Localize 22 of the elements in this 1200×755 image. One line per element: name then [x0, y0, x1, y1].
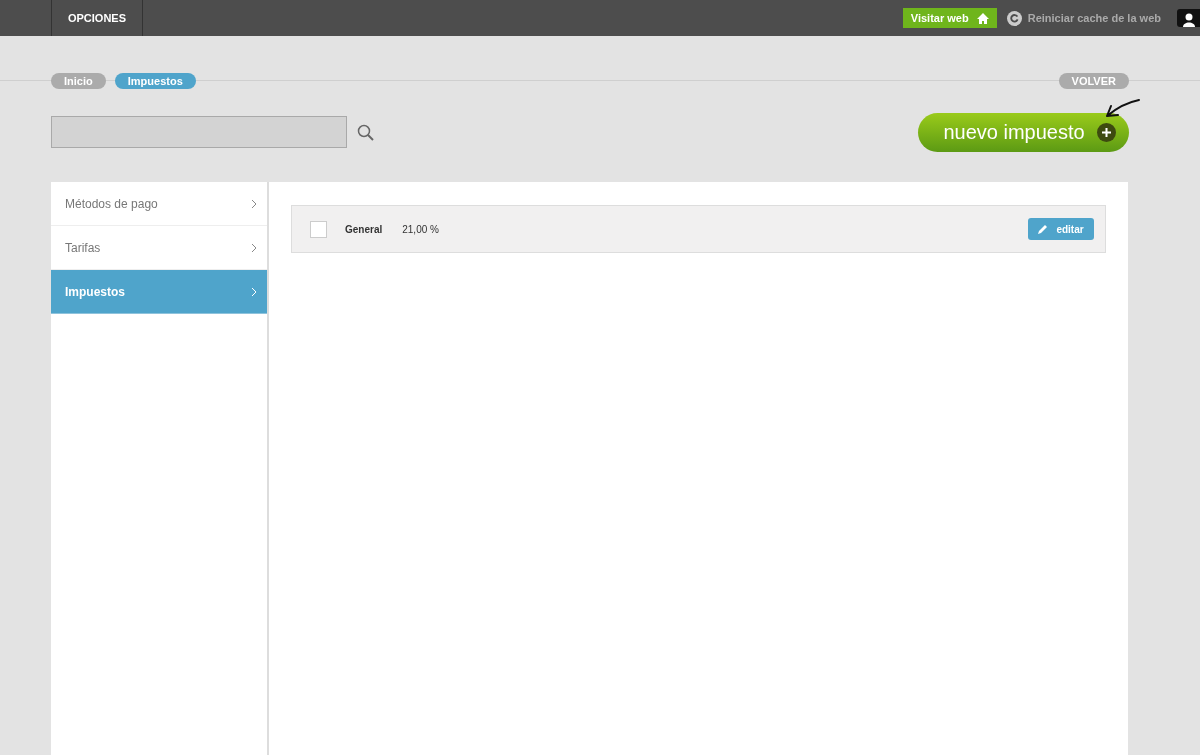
- reset-cache-link[interactable]: Reiniciar cache de la web: [1006, 10, 1161, 26]
- sidebar-item[interactable]: Impuestos: [51, 270, 267, 314]
- plus-icon: [1096, 122, 1116, 142]
- home-icon: [976, 12, 989, 24]
- breadcrumb-link[interactable]: Impuestos: [114, 73, 196, 89]
- visit-web-button[interactable]: Visitar web: [902, 8, 997, 28]
- tax-rate: 21,00 %: [402, 223, 439, 235]
- chevron-right-icon: [251, 286, 257, 297]
- user-avatar[interactable]: [1177, 9, 1200, 27]
- edit-button[interactable]: editar: [1028, 218, 1094, 240]
- breadcrumb-link[interactable]: Inicio: [51, 73, 106, 89]
- back-button[interactable]: VOLVER: [1058, 73, 1129, 89]
- top-tab[interactable]: OPCIONES: [51, 0, 143, 36]
- chevron-right-icon: [251, 198, 257, 209]
- search-icon[interactable]: [357, 123, 374, 141]
- row-checkbox[interactable]: [310, 220, 327, 238]
- tax-name: General: [345, 223, 383, 235]
- reload-icon: [1006, 10, 1022, 26]
- search-field[interactable]: [51, 116, 347, 148]
- pencil-icon: [1038, 224, 1049, 234]
- chevron-right-icon: [251, 242, 257, 253]
- new-tax-button[interactable]: nuevo impuesto: [918, 112, 1129, 152]
